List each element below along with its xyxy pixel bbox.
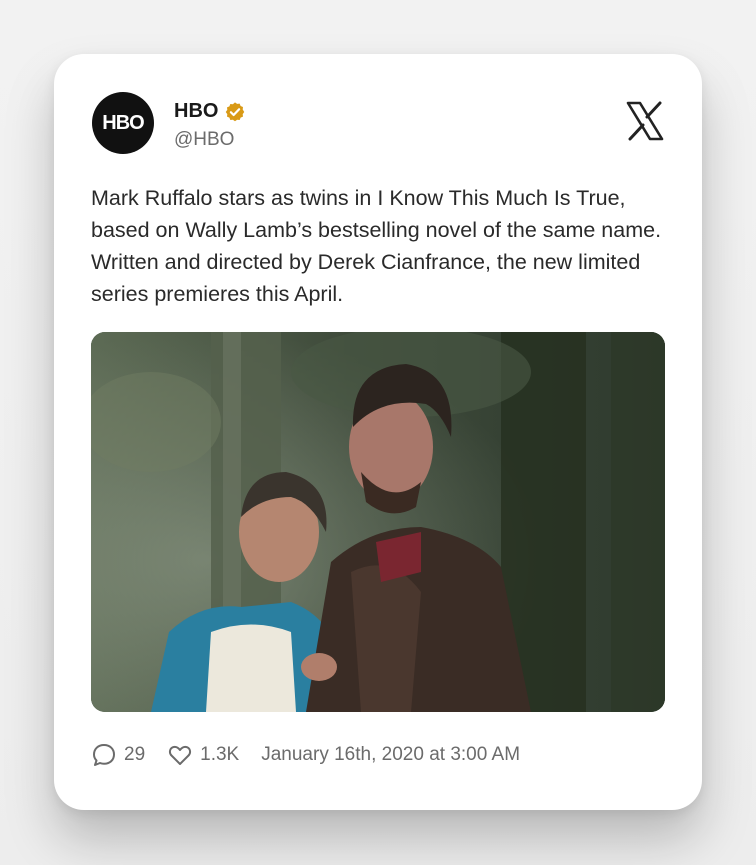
tweet-photo[interactable]: [91, 332, 665, 712]
tweet-card: HBO HBO @HBO Mark Ruffalo stars as twins…: [54, 54, 702, 810]
account-handle[interactable]: @HBO: [174, 129, 234, 151]
photo-illustration: [91, 332, 665, 712]
avatar-logo: HBO: [102, 111, 144, 134]
like-count: 1.3K: [200, 744, 240, 765]
account-name[interactable]: HBO: [174, 100, 218, 123]
avatar[interactable]: HBO: [92, 92, 154, 154]
tweet-footer: 29 1.3K January 16th, 2020 at 3:00 AM: [91, 742, 520, 768]
x-logo-icon[interactable]: [624, 100, 666, 142]
tweet-timestamp[interactable]: January 16th, 2020 at 3:00 AM: [261, 744, 520, 766]
speech-bubble-icon[interactable]: [91, 742, 117, 768]
reply-count: 29: [124, 744, 146, 765]
tweet-text: Mark Ruffalo stars as twins in I Know Th…: [91, 186, 662, 306]
account-name-row: HBO: [174, 100, 246, 123]
verified-badge-icon: [224, 101, 246, 123]
heart-icon[interactable]: [167, 742, 193, 768]
